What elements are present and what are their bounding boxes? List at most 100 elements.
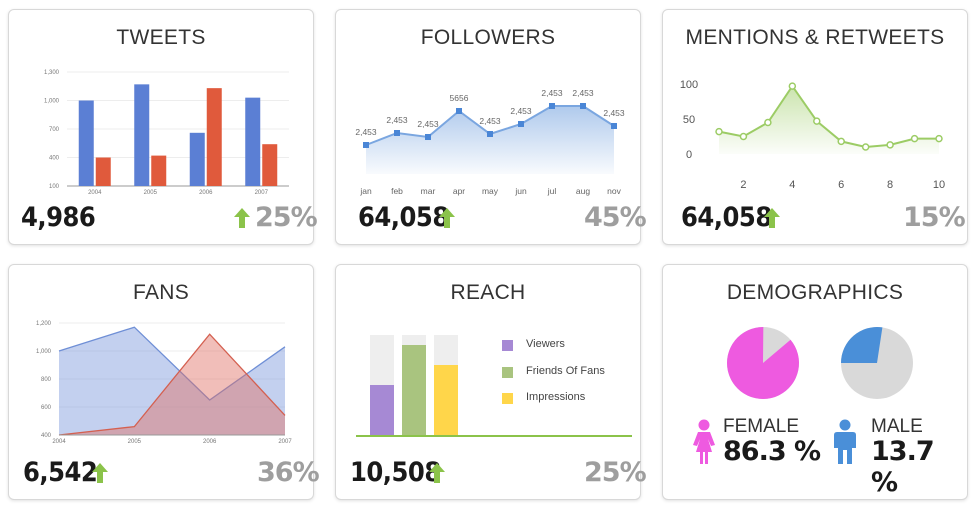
data-label: 2,453: [541, 88, 563, 98]
male-label: MALE: [871, 416, 923, 437]
followers-title: FOLLOWERS: [420, 26, 556, 49]
bar-series-2: [151, 155, 167, 186]
followers-chart: 2,453 jan 2,453 feb 2,453 mar 5656 apr 2,453 may 2…: [355, 88, 625, 196]
x-tick-label: 2007: [255, 190, 269, 196]
area-fill: [719, 86, 939, 154]
reach-percent: 25%: [584, 457, 647, 488]
data-point: [910, 134, 919, 143]
tweets-value: 4,986: [21, 202, 96, 233]
y-tick-label: 1,000: [36, 349, 52, 355]
data-point: [456, 108, 462, 114]
tweets-chart: 1,300 1,000 700 400 100 2004 2005 2006 2007: [44, 70, 289, 196]
reach-title: REACH: [450, 281, 526, 304]
up-arrow-icon: [439, 208, 455, 228]
y-tick-label: 1,000: [44, 99, 60, 105]
tweets-title: TWEETS: [116, 26, 206, 49]
up-arrow-icon: [234, 208, 250, 228]
data-label: 2,453: [355, 127, 377, 137]
legend-swatch-impressions: [502, 393, 513, 404]
data-label: 2,453: [572, 88, 594, 98]
data-label: 5656: [450, 93, 469, 103]
bar-series-2: [95, 157, 111, 186]
bar-series-1: [189, 132, 205, 186]
mentions-title: MENTIONS & RETWEETS: [685, 26, 945, 49]
data-point: [764, 118, 772, 127]
y-tick-label: 100: [49, 184, 60, 190]
mentions-chart: 100 50 0 2 4 6 8 10: [680, 79, 945, 191]
demographics-title: DEMOGRAPHICS: [726, 281, 904, 304]
y-tick-label: 600: [41, 405, 52, 411]
bar-series-1: [134, 84, 150, 186]
legend-label-friends-of-fans: Friends Of Fans: [526, 365, 605, 377]
reach-card: REACH Viewers Friends Of Fans Impression…: [335, 264, 647, 500]
fans-value: 6,542: [23, 457, 98, 488]
up-arrow-icon: [429, 463, 445, 483]
y-tick-label: 800: [41, 377, 52, 383]
mentions-value: 64,058: [681, 202, 772, 233]
fans-card: FANS 1,200 1,000 800 600 400 2004 2005 2006 2007…: [8, 264, 320, 500]
data-point: [837, 137, 845, 146]
x-tick-label: jan: [359, 186, 372, 196]
x-tick-label: 2: [740, 179, 746, 191]
data-point: [487, 131, 493, 137]
x-tick-label: 2006: [199, 190, 213, 196]
x-tick-label: 2004: [52, 439, 66, 445]
x-tick-label: nov: [607, 186, 621, 196]
bar-series-1: [78, 100, 94, 186]
bar-series-2: [206, 88, 222, 186]
pie-slice-male: [841, 327, 883, 363]
x-tick-label: apr: [453, 186, 465, 196]
data-label: 2,453: [510, 106, 532, 116]
x-tick-label: 8: [887, 179, 893, 191]
data-label: 2,453: [603, 108, 625, 118]
data-point: [813, 117, 821, 125]
x-tick-label: 2005: [128, 439, 142, 445]
female-pie-chart: [727, 327, 799, 399]
male-percent: 13.7 %: [871, 436, 935, 498]
data-point: [739, 132, 748, 141]
x-tick-label: 6: [838, 179, 844, 191]
x-tick-label: feb: [391, 186, 403, 196]
legend-label-viewers: Viewers: [526, 338, 565, 350]
x-tick-label: mar: [421, 186, 436, 196]
x-tick-label: jul: [547, 186, 557, 196]
legend-swatch-friends-of-fans: [502, 367, 513, 378]
x-tick-label: 4: [789, 179, 795, 191]
x-tick-label: jun: [514, 186, 527, 196]
x-tick-label: 2005: [144, 190, 158, 196]
data-point: [549, 103, 555, 109]
data-point: [394, 130, 400, 136]
followers-value: 64,058: [358, 202, 449, 233]
data-point: [580, 103, 586, 109]
fans-title: FANS: [132, 281, 190, 304]
y-tick-label: 100: [680, 79, 698, 91]
data-label: 2,453: [386, 115, 408, 125]
tweets-card: TWEETS 1,300 1,000 700 400 100 2004 2005 2006 20…: [8, 9, 318, 245]
up-arrow-icon: [92, 463, 108, 483]
x-tick-label: may: [482, 186, 499, 196]
bar-viewers: [370, 385, 394, 435]
data-point: [518, 121, 524, 127]
y-tick-label: 1,300: [44, 70, 60, 76]
bar-friends-of-fans: [402, 345, 426, 435]
legend-swatch-viewers: [502, 340, 513, 351]
data-point: [611, 123, 617, 129]
y-tick-label: 1,200: [36, 321, 52, 327]
data-point: [363, 142, 369, 148]
female-icon: [693, 419, 715, 464]
demographics-card: DEMOGRAPHICS FEMALE 86.3 % MALE 13.7 %: [662, 264, 968, 500]
followers-card: FOLLOWERS 2,453 jan 2,453 feb 2,453 mar 5656 ap…: [335, 9, 647, 245]
fans-chart: 1,200 1,000 800 600 4002004 2005 2006 2007: [36, 321, 292, 445]
x-tick-label: 2004: [88, 190, 102, 196]
male-icon: [834, 419, 856, 464]
data-label: 2,453: [417, 119, 439, 129]
mentions-card: MENTIONS & RETWEETS 100 50 0 2 4 6 8 10 64,058 …: [662, 9, 968, 245]
x-tick-label: 2007: [278, 439, 292, 445]
fans-percent: 36%: [257, 457, 320, 488]
female-label: FEMALE: [723, 416, 800, 437]
legend-label-impressions: Impressions: [526, 391, 586, 403]
bar-impressions: [434, 365, 458, 435]
bar-series-2: [262, 144, 278, 186]
bar-series-1: [245, 97, 261, 186]
data-point: [886, 141, 894, 149]
